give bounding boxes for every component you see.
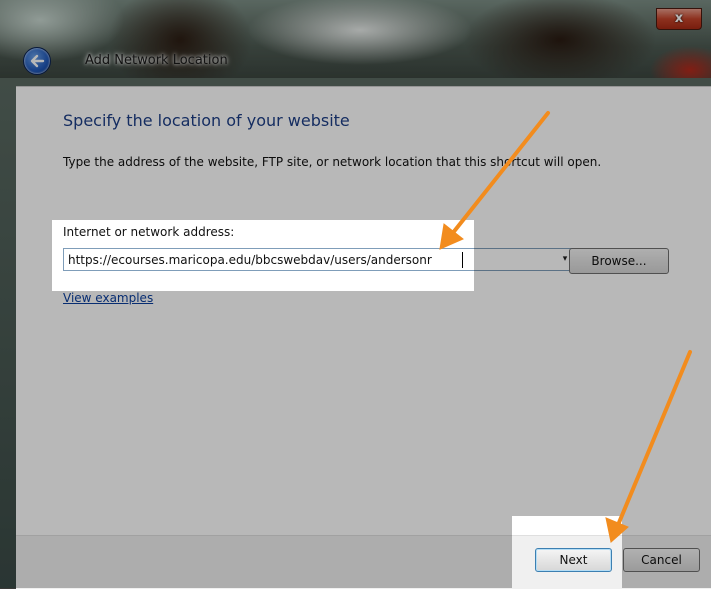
dialog-window: Add Network Location x Specify the locat… (0, 0, 711, 589)
back-arrow-icon (30, 54, 45, 68)
back-button[interactable] (23, 47, 51, 75)
page-description: Type the address of the website, FTP sit… (63, 155, 602, 169)
wizard-content: Specify the location of your website Typ… (16, 86, 711, 536)
title-bar: Add Network Location x (0, 0, 711, 78)
view-examples-link[interactable]: View examples (63, 291, 153, 305)
next-highlight (512, 516, 622, 588)
window-title: Add Network Location (85, 53, 228, 68)
close-button[interactable]: x (656, 8, 702, 30)
cancel-button[interactable]: Cancel (623, 548, 700, 572)
page-title: Specify the location of your website (63, 111, 350, 130)
address-highlight (52, 220, 474, 291)
browse-button[interactable]: Browse... (569, 248, 669, 274)
